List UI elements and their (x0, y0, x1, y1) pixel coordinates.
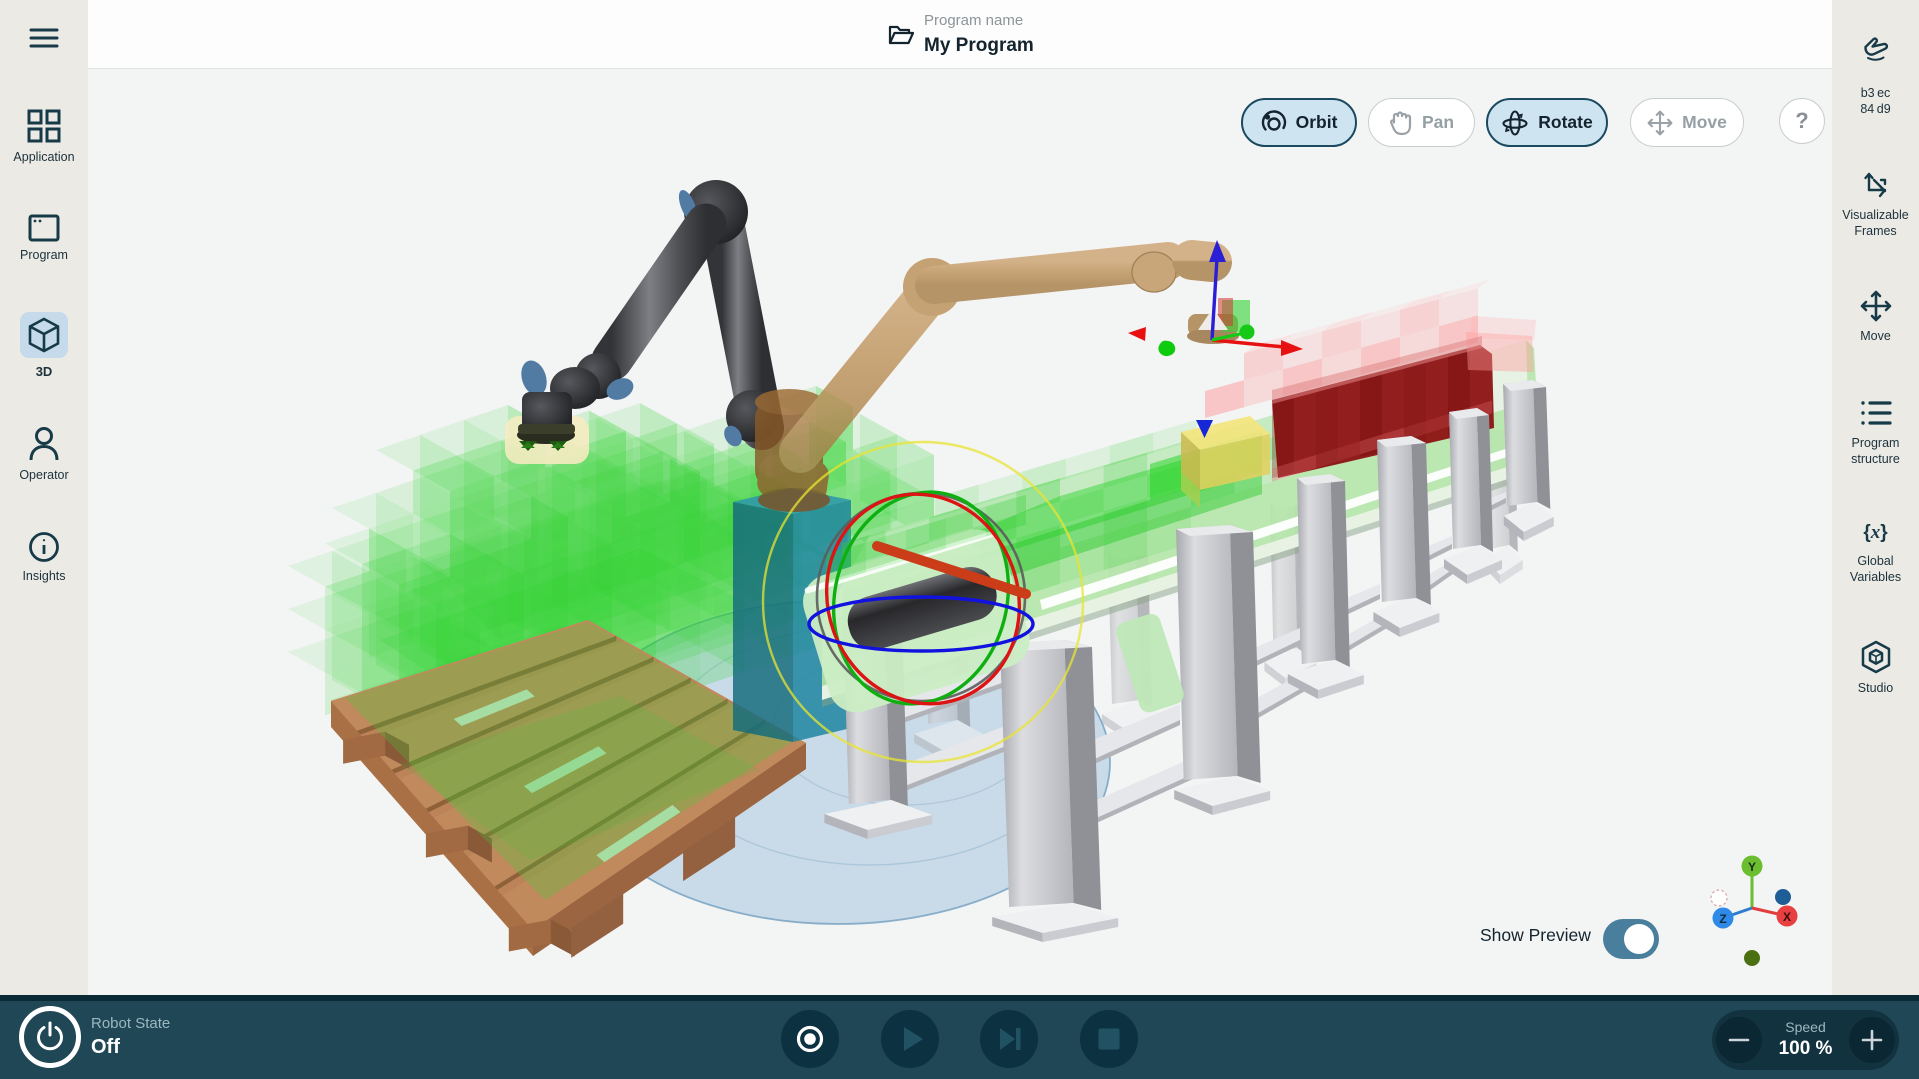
svg-text:Z: Z (1719, 912, 1726, 926)
svg-text:Y: Y (1748, 860, 1756, 874)
svg-text:X: X (1783, 910, 1791, 924)
